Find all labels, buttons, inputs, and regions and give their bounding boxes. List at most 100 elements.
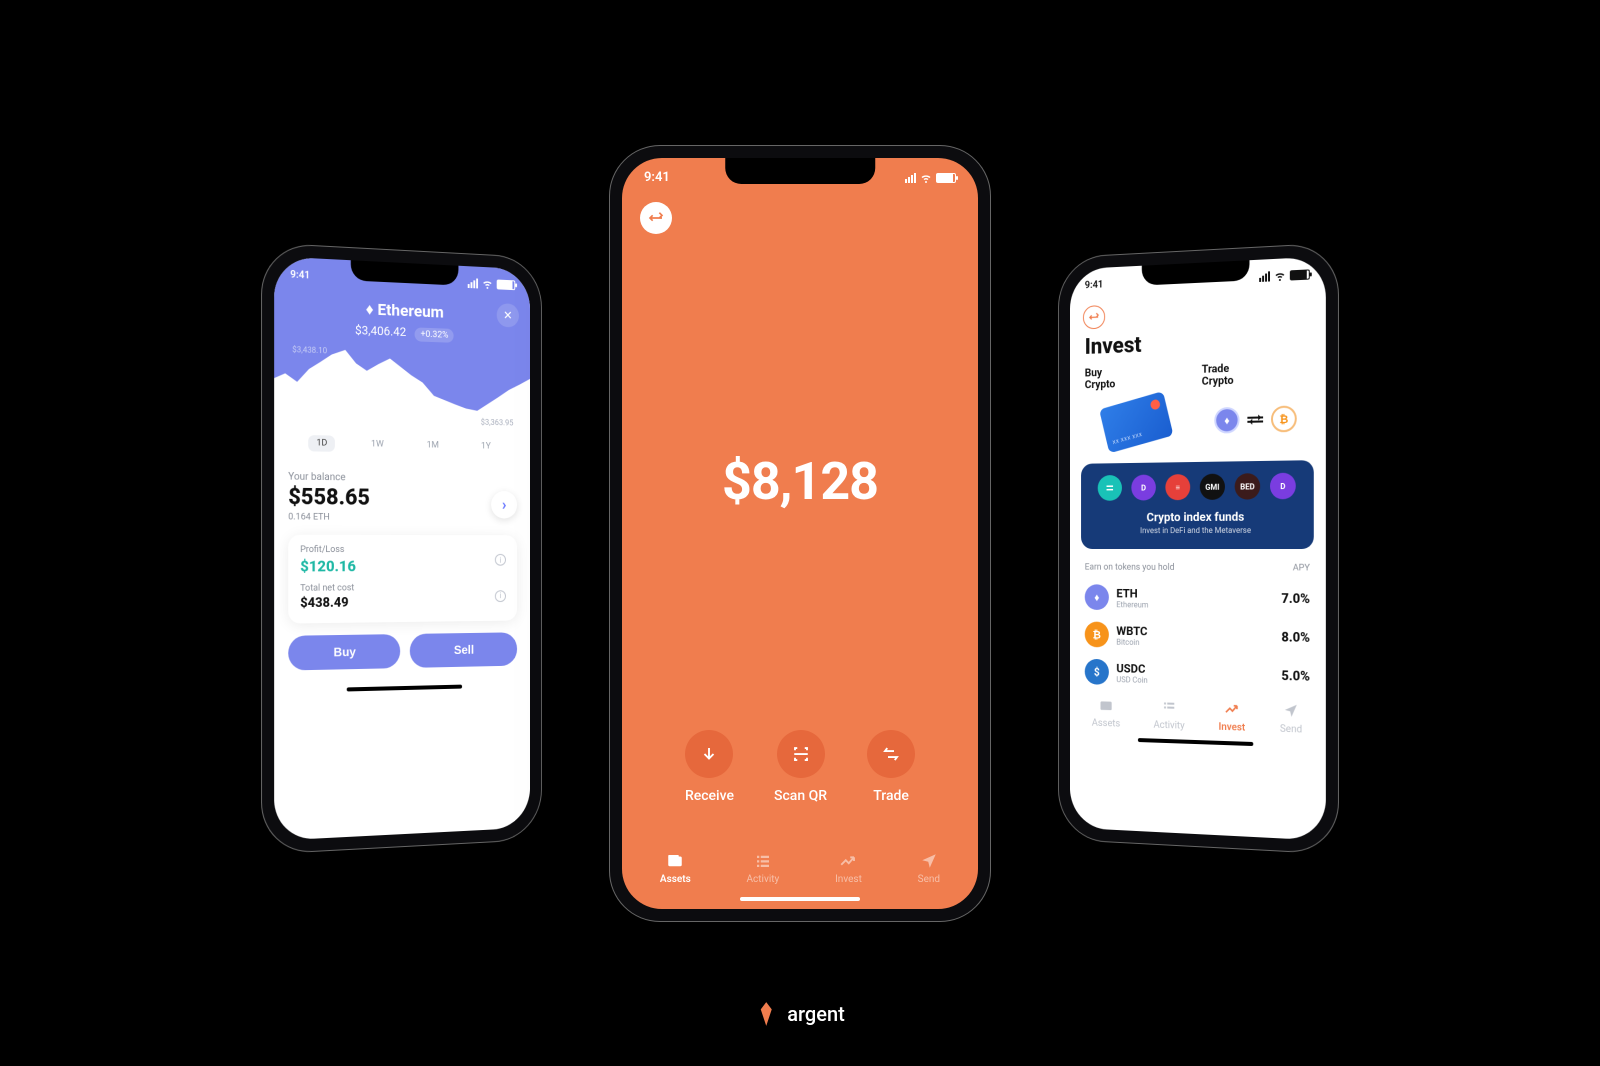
fund-dot-icon: D <box>1131 474 1156 500</box>
balance-native: 0.164 ETH <box>288 512 370 523</box>
send-icon <box>1280 701 1302 720</box>
brand-footer: argent <box>755 1002 845 1026</box>
balance-detail-button[interactable]: › <box>491 490 517 518</box>
action-label: Receive <box>685 788 734 804</box>
list-icon <box>752 852 774 870</box>
battery-icon <box>1290 269 1310 280</box>
range-1w[interactable]: 1W <box>363 436 391 453</box>
notch <box>725 158 875 184</box>
eth-coin-icon: ♦ <box>1214 407 1239 434</box>
earn-section-label: Earn on tokens you hold <box>1085 562 1175 572</box>
home-indicator[interactable] <box>1138 738 1253 746</box>
fund-dot-icon: D <box>1270 472 1296 499</box>
wifi-icon <box>482 277 493 289</box>
arrow-down-icon <box>685 730 733 778</box>
wallet-icon <box>1096 696 1116 714</box>
home-indicator[interactable] <box>740 897 860 901</box>
asset-price: $3,406.42 <box>355 322 406 338</box>
fund-dot-icon: BED <box>1235 473 1260 500</box>
price-change-badge: +0.32% <box>415 327 454 342</box>
cost-label: Total net cost <box>300 583 354 594</box>
tab-invest[interactable]: Invest <box>1219 699 1246 733</box>
swap-icon <box>867 730 915 778</box>
send-icon <box>918 852 940 870</box>
brand-name: argent <box>787 1002 845 1026</box>
buy-button[interactable]: Buy <box>288 634 400 670</box>
info-icon[interactable]: i <box>495 589 506 601</box>
action-label: Scan QR <box>774 788 827 804</box>
signal-icon <box>1259 271 1270 282</box>
fund-dot-icon <box>1098 475 1122 501</box>
earn-row-wbtc[interactable]: ₿ WBTC Bitcoin 8.0% <box>1070 615 1326 657</box>
apy-value: 5.0% <box>1281 668 1309 684</box>
home-indicator[interactable] <box>347 684 462 691</box>
tab-invest[interactable]: Invest <box>835 852 862 885</box>
network-switch-button[interactable] <box>1083 304 1105 329</box>
range-1y[interactable]: 1Y <box>474 438 499 454</box>
tab-activity[interactable]: Activity <box>747 852 780 885</box>
phone-right: 9:41 Invest BuyCrypto T <box>1059 243 1338 853</box>
action-label: Trade <box>873 788 909 804</box>
tab-send[interactable]: Send <box>918 852 940 885</box>
earn-row-usdc[interactable]: $ USDC USD Coin 5.0% <box>1070 652 1326 696</box>
index-funds-card[interactable]: D ≡ GMI BED D Crypto index funds Invest … <box>1081 460 1314 549</box>
signal-icon <box>905 173 916 183</box>
chart-low-label: $3,363.95 <box>481 417 514 427</box>
cost-value: $438.49 <box>300 595 354 611</box>
list-icon <box>1159 698 1180 717</box>
info-icon[interactable]: i <box>495 553 506 565</box>
swap-arrows-icon <box>1245 412 1265 427</box>
trend-up-icon <box>1221 699 1242 718</box>
index-card-title: Crypto index funds <box>1092 509 1302 524</box>
receive-button[interactable]: Receive <box>685 730 734 804</box>
trade-crypto-tile[interactable]: TradeCrypto ♦ ₿ <box>1202 360 1310 448</box>
trade-button[interactable]: Trade <box>867 730 915 804</box>
fund-dot-icon: GMI <box>1200 473 1225 499</box>
pnl-value: $120.16 <box>300 557 356 575</box>
tab-send[interactable]: Send <box>1280 701 1302 735</box>
status-time: 9:41 <box>1085 279 1103 291</box>
network-switch-button[interactable] <box>640 202 672 234</box>
status-time: 9:41 <box>644 170 670 185</box>
apy-value: 7.0% <box>1281 591 1309 607</box>
tab-bar: Assets Activity Invest Send <box>622 844 978 891</box>
pnl-card: Profit/Loss $120.16 i Total net cost $43… <box>288 534 517 623</box>
total-balance: $8,128 <box>622 234 978 730</box>
range-1m[interactable]: 1M <box>419 437 447 453</box>
fund-dot-icon: ≡ <box>1165 474 1190 500</box>
wifi-icon <box>920 172 932 184</box>
btc-coin-icon: ₿ <box>1271 405 1297 432</box>
scan-qr-button[interactable]: Scan QR <box>774 730 827 804</box>
range-selector: 1D 1W 1M 1Y <box>274 424 530 465</box>
balance-usd: $558.65 <box>288 484 370 510</box>
pnl-label: Profit/Loss <box>300 544 356 554</box>
usdc-icon: $ <box>1085 658 1109 684</box>
tab-activity[interactable]: Activity <box>1153 698 1184 732</box>
eth-icon: ♦ <box>1085 584 1109 610</box>
status-time: 9:41 <box>290 268 310 280</box>
price-chart[interactable]: $3,438.10 $3,363.95 <box>274 342 530 429</box>
wallet-icon <box>664 852 686 870</box>
battery-icon <box>936 173 956 183</box>
apy-column-label: APY <box>1293 563 1310 573</box>
tab-assets[interactable]: Assets <box>660 852 691 885</box>
battery-icon <box>497 279 516 290</box>
index-card-sub: Invest in DeFi and the Metaverse <box>1092 525 1302 535</box>
sell-button[interactable]: Sell <box>410 632 517 668</box>
phone-left: 9:41 ✕ ♦ Ethereum $3,406.42 +0.32% <box>262 243 541 853</box>
range-1d[interactable]: 1D <box>308 435 335 452</box>
credit-card-icon <box>1099 391 1173 453</box>
signal-icon <box>468 278 478 288</box>
apy-value: 8.0% <box>1281 629 1309 645</box>
tab-bar: Assets Activity Invest Send <box>1070 689 1326 738</box>
btc-icon: ₿ <box>1085 621 1109 647</box>
argent-logo-icon <box>755 1002 777 1026</box>
trend-up-icon <box>837 852 859 870</box>
wifi-icon <box>1274 269 1286 282</box>
buy-crypto-tile[interactable]: BuyCrypto <box>1085 364 1189 450</box>
chart-high-label: $3,438.10 <box>292 344 327 354</box>
phone-center: 9:41 $8,128 Receive <box>610 146 990 921</box>
qr-scan-icon <box>777 730 825 778</box>
tab-assets[interactable]: Assets <box>1092 696 1120 729</box>
earn-row-eth[interactable]: ♦ ETH Ethereum 7.0% <box>1070 578 1326 618</box>
